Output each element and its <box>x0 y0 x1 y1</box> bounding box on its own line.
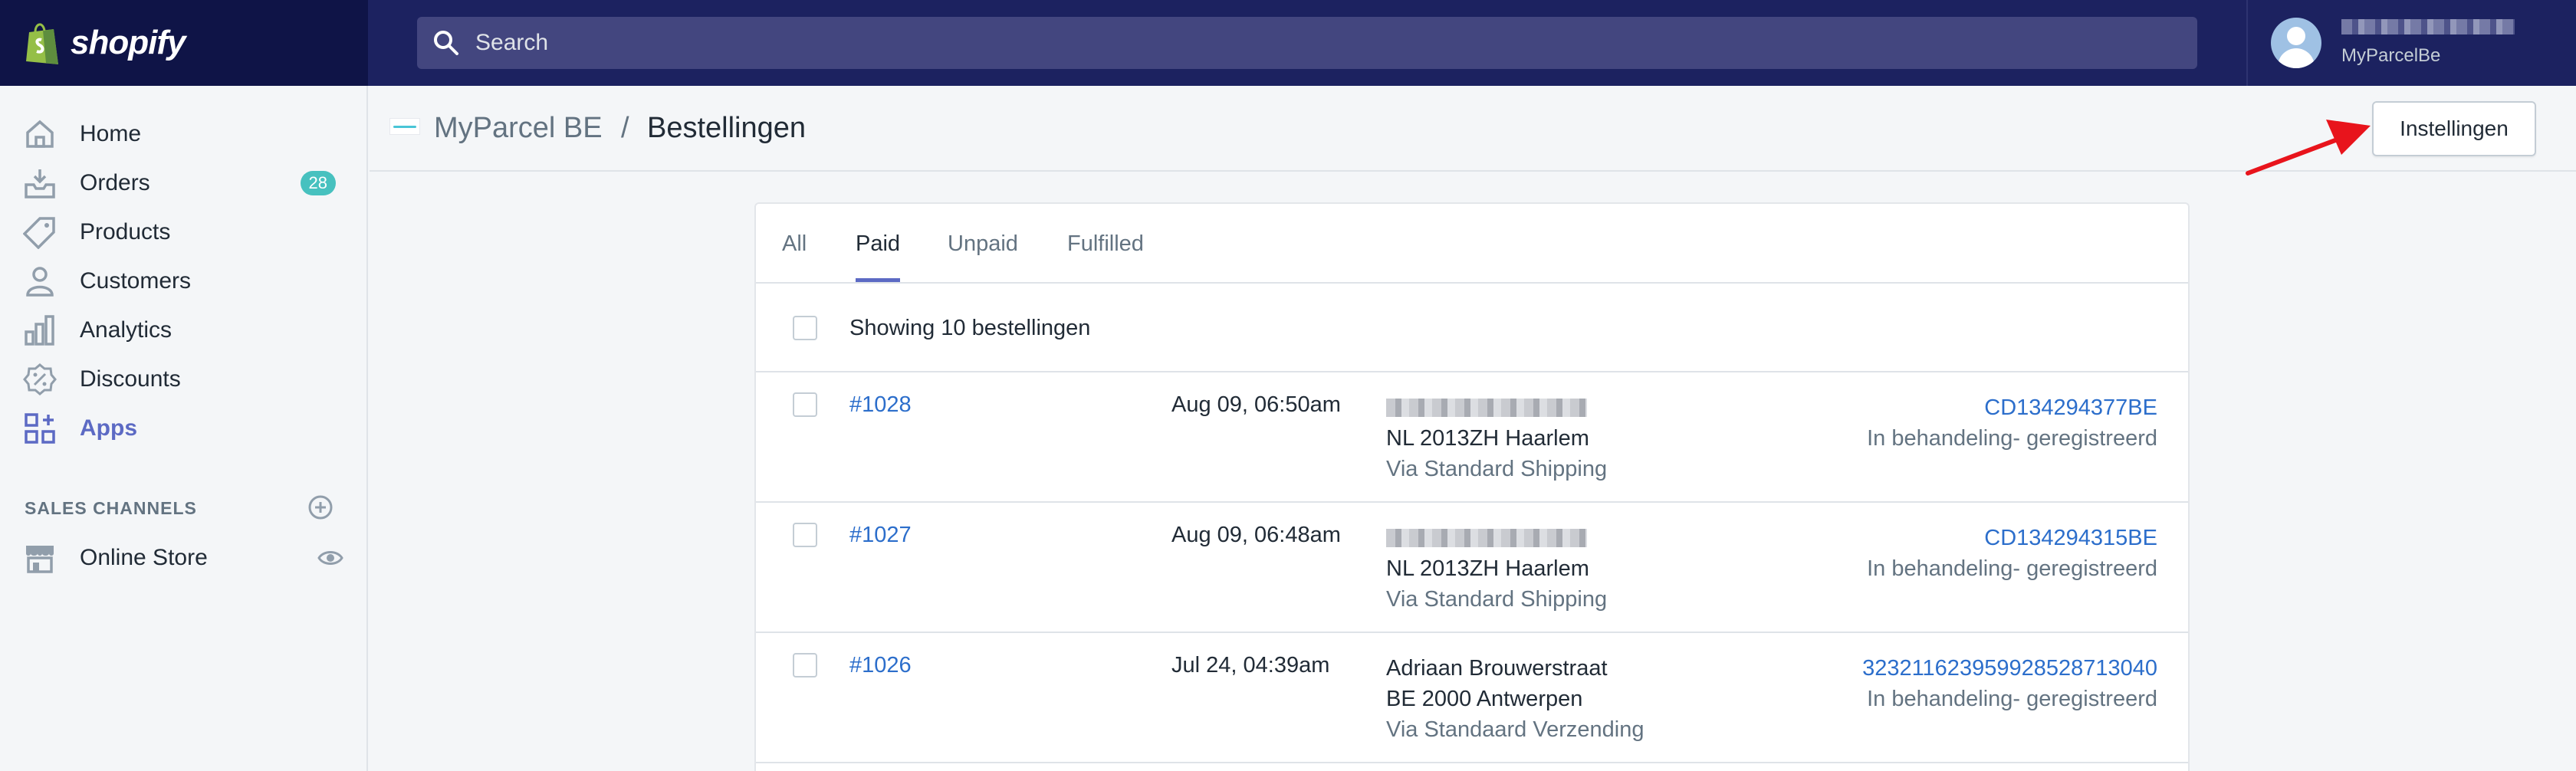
order-id-link[interactable]: #1028 <box>849 392 912 418</box>
select-all-checkbox[interactable] <box>793 316 817 340</box>
sidebar-item-home[interactable]: Home <box>23 113 345 156</box>
redacted-address <box>1386 529 1587 547</box>
settings-button[interactable]: Instellingen <box>2372 101 2536 156</box>
myparcel-app-icon <box>389 118 420 135</box>
shopify-logo[interactable]: shopify <box>0 0 368 86</box>
order-status: In behandeling- geregistreerd <box>1867 426 2157 451</box>
order-id-link[interactable]: #1026 <box>849 653 912 678</box>
annotation-arrow-icon <box>2246 120 2371 176</box>
tracking-info: CD134294315BE In behandeling- geregistre… <box>1867 523 2157 584</box>
order-date: Jul 24, 04:39am <box>1171 653 1330 677</box>
order-status: In behandeling- geregistreerd <box>1867 687 2157 711</box>
table-row[interactable]: #1027 Aug 09, 06:48am NL 2013ZH Haarlem … <box>756 503 2188 633</box>
tracking-link[interactable]: CD134294315BE <box>1867 523 2157 553</box>
sidebar: Home Orders 28 Products Customers Analyt… <box>0 86 368 771</box>
shipping-method: Via Standaard Verzending <box>1386 717 1644 742</box>
sales-channels-heading: SALES CHANNELS <box>25 498 197 518</box>
user-menu[interactable]: MyParcelBe <box>2246 0 2576 86</box>
table-row[interactable]: #1028 Aug 09, 06:50am NL 2013ZH Haarlem … <box>756 372 2188 503</box>
page-title: Bestellingen <box>647 112 807 144</box>
person-icon <box>26 267 54 297</box>
order-address: NL 2013ZH Haarlem Via Standard Shipping <box>1386 523 1607 615</box>
search-input[interactable] <box>475 30 2162 56</box>
apps-icon <box>25 413 55 444</box>
tracking-link[interactable]: CD134294377BE <box>1867 392 2157 423</box>
user-name-redacted <box>2341 19 2515 34</box>
breadcrumb-separator: / <box>621 112 629 144</box>
tab-all[interactable]: All <box>782 231 807 282</box>
eye-icon[interactable] <box>317 545 343 571</box>
tab-unpaid[interactable]: Unpaid <box>948 231 1018 282</box>
tracking-info: 323211623959928528713040 In behandeling-… <box>1862 653 2157 714</box>
discount-icon <box>23 363 57 395</box>
sidebar-item-apps[interactable]: Apps <box>23 407 345 450</box>
order-address: NL 2013ZH Haarlem Via Standard Shipping <box>1386 392 1607 484</box>
orders-card: All Paid Unpaid Fulfilled Showing 10 bes… <box>754 202 2190 771</box>
tracking-info: CD134294377BE In behandeling- geregistre… <box>1867 392 2157 454</box>
avatar[interactable] <box>2271 18 2321 68</box>
top-bar: shopify MyParcelBe <box>0 0 2576 86</box>
sidebar-item-orders[interactable]: Orders 28 <box>23 162 345 205</box>
store-name: MyParcelBe <box>2341 45 2441 66</box>
tab-fulfilled[interactable]: Fulfilled <box>1067 231 1144 282</box>
store-icon <box>26 546 54 573</box>
tag-icon <box>23 217 55 249</box>
order-tabs: All Paid Unpaid Fulfilled <box>756 204 2188 284</box>
bar-chart-icon <box>25 315 54 346</box>
breadcrumb-app[interactable]: MyParcel BE <box>434 112 603 145</box>
sidebar-item-discounts[interactable]: Discounts <box>23 358 345 401</box>
row-checkbox[interactable] <box>793 653 817 677</box>
table-row[interactable]: #1026 Jul 24, 04:39am Adriaan Brouwerstr… <box>756 633 2188 763</box>
order-address: Adriaan Brouwerstraat BE 2000 Antwerpen … <box>1386 656 1644 742</box>
orders-icon <box>25 169 55 198</box>
order-date: Aug 09, 06:50am <box>1171 392 1341 417</box>
sidebar-item-products[interactable]: Products <box>23 211 345 254</box>
search-icon <box>434 31 458 55</box>
shipping-method: Via Standard Shipping <box>1386 587 1608 612</box>
sidebar-item-customers[interactable]: Customers <box>23 260 345 303</box>
order-date: Aug 09, 06:48am <box>1171 523 1341 547</box>
sidebar-item-online-store[interactable]: Online Store <box>23 536 345 579</box>
add-sales-channel-icon[interactable] <box>307 494 334 521</box>
shipping-method: Via Standard Shipping <box>1386 457 1608 481</box>
order-status: In behandeling- geregistreerd <box>1867 556 2157 581</box>
row-checkbox[interactable] <box>793 523 817 547</box>
sidebar-item-analytics[interactable]: Analytics <box>23 309 345 352</box>
order-id-link[interactable]: #1027 <box>849 523 912 548</box>
home-icon <box>26 120 54 148</box>
tracking-link[interactable]: 323211623959928528713040 <box>1862 653 2157 684</box>
row-checkbox[interactable] <box>793 392 817 417</box>
select-all-row: Showing 10 bestellingen <box>756 284 2188 372</box>
showing-count: Showing 10 bestellingen <box>849 316 1091 340</box>
redacted-address <box>1386 399 1587 417</box>
shopify-bag-icon <box>26 23 58 64</box>
search-bar[interactable] <box>417 17 2197 69</box>
orders-count-badge: 28 <box>300 171 336 195</box>
shopify-wordmark: shopify <box>71 24 186 61</box>
tab-paid[interactable]: Paid <box>856 231 901 282</box>
